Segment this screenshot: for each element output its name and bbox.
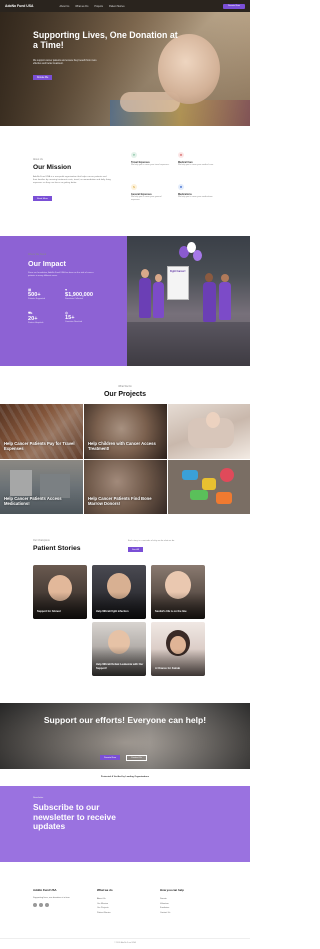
- site-logo[interactable]: AdoNo Fund USA: [5, 4, 33, 8]
- stat-donations: ♥ $1,900,000 Donations Collected: [65, 288, 93, 300]
- linkedin-icon[interactable]: [45, 903, 49, 907]
- site-header: AdoNo Fund USA About Us What we Do Proje…: [0, 0, 250, 12]
- impact-section: Fight Cancer! Where We Stand Our Impact …: [0, 236, 250, 366]
- newsletter-title: Subscribe to our newsletter to receive u…: [33, 802, 116, 832]
- travel-icon: ✈: [131, 152, 137, 158]
- projects-title: Our Projects: [103, 391, 146, 398]
- nav-item-stories[interactable]: Patient Stories: [109, 5, 125, 8]
- project-caption: Help Children with Cancer Access Treatme…: [88, 441, 156, 451]
- newsletter-section: Newsletter Subscribe to our newsletter t…: [0, 786, 250, 862]
- feature-medical: ✚ Medical Care We help you to cover your…: [178, 152, 214, 166]
- story-title: Help Mihrali Defeat Leukemia with Our Su…: [96, 663, 144, 670]
- impact-label: Where We Stand: [28, 253, 47, 256]
- nav-item-projects[interactable]: Projects: [94, 5, 103, 8]
- stories-title: Patient Stories: [33, 545, 81, 552]
- hero-text: We support cancer patients and ensure th…: [33, 60, 97, 66]
- stat-patients: ▦ 500+ Patients Supported: [28, 288, 46, 300]
- header-donate-button[interactable]: Donate Now: [222, 3, 245, 9]
- main-nav: About Us What we Do Projects Patient Sto…: [59, 5, 124, 8]
- impact-text: Since our foundation, AdoNo Fund USA has…: [28, 272, 94, 277]
- story-card[interactable]: Sevdat's life is on the line: [151, 565, 205, 619]
- story-card[interactable]: Help Mihrali Defeat Leukemia with Our Su…: [92, 622, 146, 676]
- footer-brand: AdoNo Fund USA Supporting lives, one don…: [33, 888, 88, 907]
- story-card[interactable]: A Chance for Zainab: [151, 622, 205, 676]
- sign-board: Fight Cancer!: [167, 266, 189, 300]
- support-section: Support our efforts! Everyone can help! …: [0, 703, 250, 769]
- story-title: Help Mihrali fight infection: [96, 609, 129, 613]
- footer-col-what-we-do: What we do About Us Our Mission Our Proj…: [97, 888, 147, 915]
- project-tile-children[interactable]: Help Children with Cancer Access Treatme…: [84, 404, 167, 459]
- stories-text: Each story is a reminder of why we do wh…: [128, 540, 175, 542]
- stories-see-all-button[interactable]: See All: [128, 547, 143, 552]
- expenses-icon: $: [131, 184, 137, 190]
- social-links: [33, 903, 88, 907]
- story-title: Sevdat's life is on the line: [155, 609, 187, 613]
- medical-icon: ✚: [178, 152, 184, 158]
- footer-logo[interactable]: AdoNo Fund USA: [33, 888, 88, 892]
- stat-countries: ◍ 15+ Countries Reached: [65, 311, 83, 323]
- newsletter-label: Newsletter: [33, 797, 44, 799]
- mission-read-more-button[interactable]: Read More: [33, 196, 52, 201]
- support-contact-button[interactable]: Contact Us: [126, 755, 147, 762]
- story-title: Support for Ahmed: [37, 609, 61, 613]
- mission-title: Our Mission: [33, 164, 72, 171]
- project-caption: Help Cancer Patients Pay for Travel Expe…: [4, 441, 75, 451]
- feature-travel: ✈ Travel Expenses We help you to cover y…: [131, 152, 170, 166]
- impact-photo: Fight Cancer!: [127, 236, 250, 366]
- support-title: Support our efforts! Everyone can help!: [43, 715, 207, 725]
- copyright: © 2024 AdoNo Fund USA: [0, 938, 250, 944]
- mission-label: About Us: [33, 158, 43, 161]
- impact-title: Our Impact: [28, 259, 66, 268]
- support-donate-button[interactable]: Donate Now: [100, 755, 121, 760]
- project-caption: Help Cancer Patients Access Medications!: [4, 496, 62, 506]
- mission-text: AdoNo Fund USA is a non-profit organizat…: [33, 176, 111, 185]
- footer-brand-text: Supporting lives, one donation at a time…: [33, 897, 71, 899]
- hero-donate-button[interactable]: Donate Me: [33, 75, 53, 80]
- instagram-icon[interactable]: [39, 903, 43, 907]
- project-tile-bone-marrow[interactable]: Help Cancer Patients Find Bone Marrow Do…: [84, 460, 167, 514]
- project-tile-travel[interactable]: Help Cancer Patients Pay for Travel Expe…: [0, 404, 83, 459]
- project-tile-toys[interactable]: [168, 460, 250, 514]
- feature-medications: ✱ Medications We help you to cover your …: [178, 184, 213, 198]
- footer-col-help: How you can help Donate Volunteer Fundra…: [160, 888, 215, 915]
- project-tile-bed[interactable]: [168, 404, 250, 459]
- nav-item-about[interactable]: About Us: [59, 5, 69, 8]
- hero-title: Supporting Lives, One Donation at a Time…: [33, 30, 178, 51]
- footer-link[interactable]: Patient Stories: [97, 911, 147, 916]
- project-caption: Help Cancer Patients Find Bone Marrow Do…: [88, 496, 152, 506]
- awards-title: Protected & Verified by Leading Organiza…: [100, 776, 150, 778]
- hero-section: Supporting Lives, One Donation at a Time…: [0, 12, 250, 126]
- facebook-icon[interactable]: [33, 903, 37, 907]
- footer-link[interactable]: Contact Us: [160, 911, 215, 916]
- projects-label: What We Do: [118, 385, 132, 388]
- feature-expenses: $ General Expenses We help you to cover …: [131, 184, 162, 201]
- nav-item-what-we-do[interactable]: What we Do: [75, 5, 88, 8]
- story-card[interactable]: Help Mihrali fight infection: [92, 565, 146, 619]
- project-tile-medications[interactable]: Help Cancer Patients Access Medications!: [0, 460, 83, 514]
- stories-label: Our Champions: [33, 539, 50, 542]
- story-title: A Chance for Zainab: [155, 666, 181, 670]
- medication-icon: ✱: [178, 184, 184, 190]
- story-card[interactable]: Support for Ahmed: [33, 565, 87, 619]
- stat-hospitals: ⛟ 20+ Partner Hospitals: [28, 311, 44, 324]
